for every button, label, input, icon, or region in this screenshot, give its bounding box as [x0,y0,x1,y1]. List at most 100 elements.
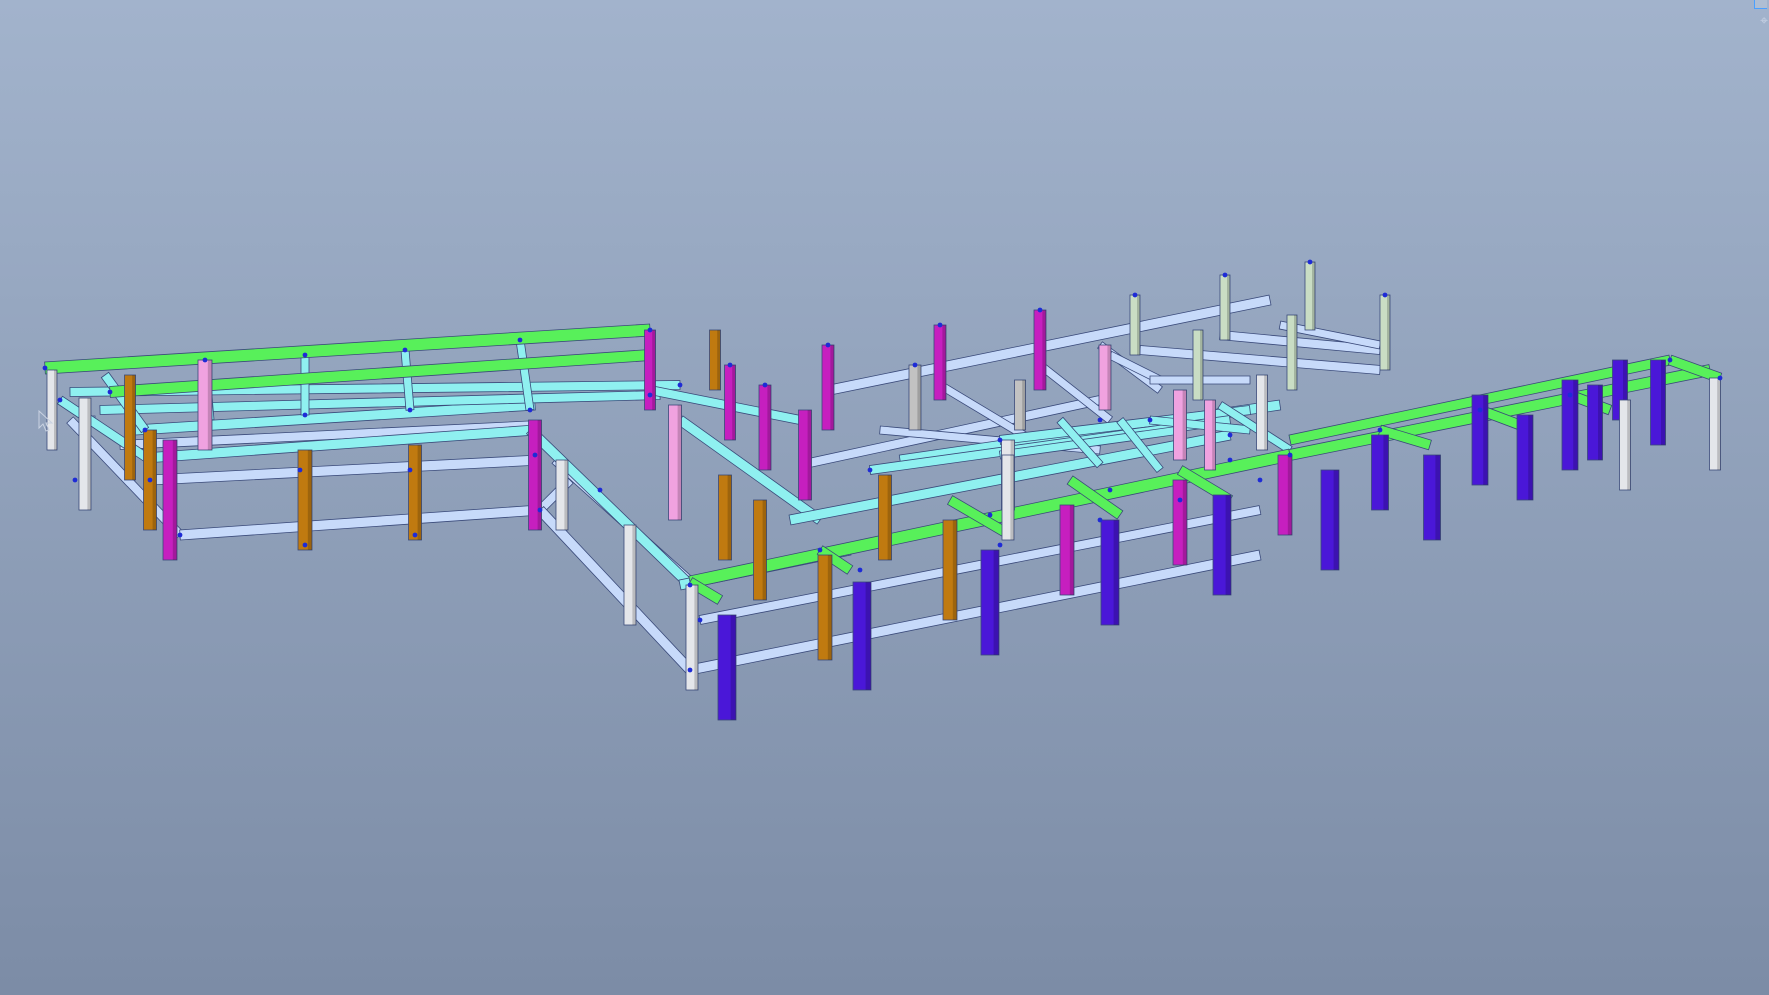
analysis-node[interactable] [1377,427,1383,433]
structural-column[interactable] [1059,504,1075,596]
analysis-node[interactable] [202,357,208,363]
structural-column[interactable] [1587,384,1603,461]
analysis-node[interactable] [687,582,693,588]
structural-column[interactable] [718,474,732,561]
analysis-node[interactable] [597,487,603,493]
structural-column[interactable] [1033,309,1047,391]
analysis-node[interactable] [997,542,1003,548]
analysis-node[interactable] [687,667,693,673]
analysis-node[interactable] [1222,272,1228,278]
analysis-node[interactable] [1097,517,1103,523]
structural-column[interactable] [197,359,213,451]
analysis-node[interactable] [1132,292,1138,298]
structural-column[interactable] [1423,454,1441,541]
structural-column[interactable] [1129,294,1141,356]
structural-column[interactable] [1014,379,1026,431]
structural-column[interactable] [1204,399,1216,471]
analysis-node[interactable] [825,342,831,348]
structural-column[interactable] [124,374,136,481]
structural-column[interactable] [852,581,872,691]
analysis-node[interactable] [997,437,1003,443]
analysis-node[interactable] [1227,432,1233,438]
structural-column[interactable] [1286,314,1298,391]
analysis-node[interactable] [867,467,873,473]
analysis-node[interactable] [647,392,653,398]
analysis-node[interactable] [817,547,823,553]
analysis-node[interactable] [1477,407,1483,413]
analysis-node[interactable] [1227,457,1233,463]
analysis-node[interactable] [537,507,543,513]
structural-column[interactable] [1172,479,1188,566]
structural-column[interactable] [878,474,892,561]
analysis-node[interactable] [72,477,78,483]
structural-column[interactable] [1212,494,1232,596]
structural-column[interactable] [1098,344,1112,411]
structural-column[interactable] [980,549,1000,656]
analysis-node[interactable] [857,567,863,573]
structural-column[interactable] [1709,377,1721,471]
analysis-node[interactable] [107,389,113,395]
structural-column[interactable] [1304,261,1316,331]
structural-column[interactable] [709,329,721,391]
structural-column[interactable] [942,519,958,621]
analysis-node[interactable] [302,412,308,418]
structural-column[interactable] [821,344,835,431]
analysis-node[interactable] [1037,307,1043,313]
analysis-node[interactable] [177,532,183,538]
view-orientation-icon[interactable]: ⌖ [1760,12,1768,28]
structural-column[interactable] [685,584,699,691]
structural-column[interactable] [1173,389,1187,461]
analysis-node[interactable] [407,467,413,473]
structural-column[interactable] [724,364,736,441]
structural-column[interactable] [817,554,833,661]
structural-column[interactable] [758,384,772,471]
analysis-node[interactable] [142,427,148,433]
structural-column[interactable] [908,364,922,431]
structural-column[interactable] [668,404,682,521]
analysis-node[interactable] [1257,477,1263,483]
analysis-node[interactable] [42,365,48,371]
structural-column[interactable] [1277,454,1293,536]
structural-column[interactable] [1320,469,1340,571]
structural-column[interactable] [1100,519,1120,626]
analysis-node[interactable] [1177,497,1183,503]
analysis-node[interactable] [407,407,413,413]
analysis-node[interactable] [1107,487,1113,493]
analysis-node[interactable] [727,362,733,368]
analysis-node[interactable] [297,467,303,473]
analysis-node[interactable] [1097,417,1103,423]
analysis-node[interactable] [1717,375,1723,381]
analysis-node[interactable] [987,512,993,518]
structural-column[interactable] [1371,434,1389,511]
structural-column[interactable] [528,419,542,531]
analysis-node[interactable] [762,382,768,388]
structural-column[interactable] [162,439,178,561]
structural-column[interactable] [1379,294,1391,371]
structural-column[interactable] [46,369,58,451]
structural-column[interactable] [1192,329,1204,401]
structural-column[interactable] [555,459,569,531]
analysis-node[interactable] [1307,259,1313,265]
structural-column[interactable] [753,499,767,601]
analysis-node[interactable] [937,322,943,328]
analysis-node[interactable] [402,347,408,353]
analysis-node[interactable] [412,532,418,538]
view-cube-icon[interactable] [1754,0,1767,9]
structural-column[interactable] [297,449,313,551]
structural-model-3d-view[interactable] [0,0,1769,995]
main-beam[interactable] [300,354,310,416]
analysis-node[interactable] [57,397,63,403]
structural-column[interactable] [798,409,812,501]
analysis-node[interactable] [1667,357,1673,363]
analysis-node[interactable] [517,337,523,343]
analysis-node[interactable] [527,407,533,413]
structural-column[interactable] [933,324,947,401]
structural-column[interactable] [78,397,92,511]
structural-column[interactable] [623,524,637,626]
analysis-node[interactable] [532,452,538,458]
analysis-node[interactable] [302,542,308,548]
analysis-node[interactable] [147,477,153,483]
analysis-node[interactable] [1147,417,1153,423]
structural-column[interactable] [1001,454,1015,541]
analysis-node[interactable] [1567,392,1573,398]
